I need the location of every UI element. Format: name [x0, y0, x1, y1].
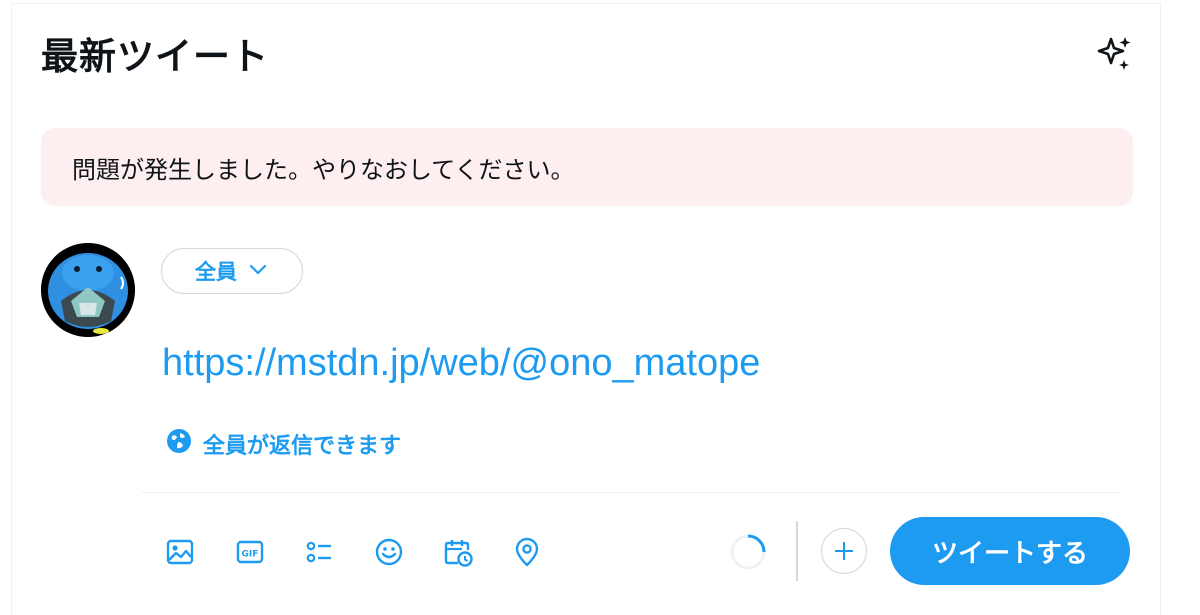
toolbar-separator: [796, 521, 798, 581]
gif-icon[interactable]: GIF: [228, 530, 272, 574]
plus-icon: [835, 542, 853, 560]
page-title: 最新ツイート: [41, 35, 269, 78]
image-icon[interactable]: [158, 530, 202, 574]
audience-label: 全員: [195, 260, 237, 284]
add-tweet-button[interactable]: [821, 528, 867, 574]
poll-icon[interactable]: [297, 530, 341, 574]
avatar[interactable]: [41, 243, 135, 337]
emoji-icon[interactable]: [367, 530, 411, 574]
tweet-text-input[interactable]: https://mstdn.jp/web/@ono_matope: [162, 342, 760, 385]
schedule-icon[interactable]: [436, 530, 480, 574]
tweet-button[interactable]: ツイートする: [890, 517, 1130, 585]
sparkle-icon[interactable]: [1094, 33, 1136, 75]
error-message: 問題が発生しました。やりなおしてください。: [72, 155, 575, 184]
svg-text:GIF: GIF: [242, 550, 259, 560]
error-banner: 問題が発生しました。やりなおしてください。: [41, 128, 1133, 206]
globe-icon: [165, 427, 193, 461]
reply-setting-button[interactable]: 全員が返信できます: [165, 426, 401, 462]
chevron-down-icon: [247, 258, 269, 285]
divider: [141, 492, 1119, 493]
location-icon[interactable]: [505, 530, 549, 574]
audience-selector[interactable]: 全員: [161, 248, 303, 294]
reply-setting-label: 全員が返信できます: [203, 434, 402, 459]
character-count-ring: [728, 532, 768, 572]
